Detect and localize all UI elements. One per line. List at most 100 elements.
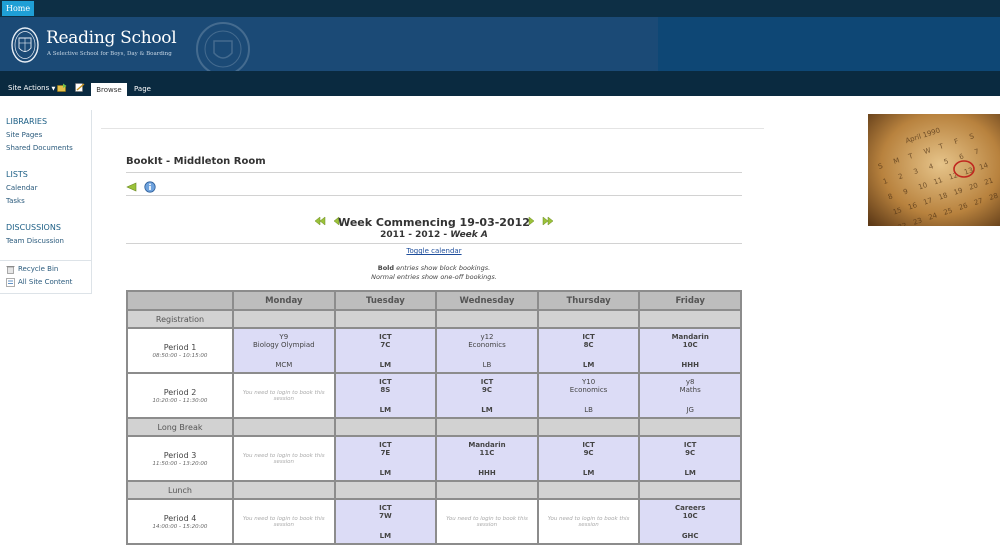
nav-item-tasks[interactable]: Tasks: [6, 197, 25, 205]
week-commencing-heading: Week Commencing 19-03-2012: [338, 216, 530, 229]
booking-teacher: GHC: [681, 532, 699, 540]
block-booking-cell[interactable]: ICT 8C LM: [538, 329, 639, 372]
academic-year: 2011 - 2012 -: [380, 230, 451, 240]
home-tab[interactable]: Home: [2, 1, 35, 16]
tab-page[interactable]: Page: [134, 85, 151, 93]
next-week-icon[interactable]: [528, 216, 535, 226]
block-booking-cell[interactable]: Mandarin 11C HHH: [437, 437, 537, 480]
timetable-body: Registration Period 1 08:50:00 - 10:15:00 Y…: [128, 311, 740, 543]
info-icon[interactable]: [144, 181, 156, 193]
booking-teacher: LM: [379, 406, 392, 414]
booking-teacher: LM: [582, 361, 595, 369]
booking-subject: ICT: [379, 504, 392, 512]
navigate-up-icon[interactable]: [57, 83, 67, 92]
login-to-book-cell[interactable]: You need to login to book this session: [437, 500, 537, 543]
booking-group: 7W: [379, 512, 392, 520]
break-label: Long Break: [128, 419, 232, 435]
block-booking-cell[interactable]: Mandarin 10C HHH: [640, 329, 740, 372]
chevron-down-icon: ▼: [51, 86, 56, 92]
break-cell: [234, 482, 334, 498]
nav-heading-discussions[interactable]: DISCUSSIONS: [6, 223, 61, 232]
nav-item-team-discussion[interactable]: Team Discussion: [6, 237, 64, 245]
one-off-booking-cell[interactable]: Y9 Biology Olympiad MCM: [234, 329, 334, 372]
school-crest-logo[interactable]: [10, 26, 40, 64]
tab-browse[interactable]: Browse: [91, 83, 127, 96]
period-label-cell: Period 4 14:00:00 - 15:20:00: [128, 500, 232, 543]
site-banner: Reading School A Selective School for Bo…: [0, 17, 1000, 71]
content-divider: [101, 128, 764, 129]
nav-item-recycle-bin[interactable]: Recycle Bin: [18, 265, 58, 273]
week-label: Week A: [450, 230, 488, 240]
booking-teacher: LB: [584, 406, 593, 414]
period-time: 11:50:00 - 13:20:00: [152, 460, 208, 467]
timetable-header: Monday Tuesday Wednesday Thursday Friday: [128, 292, 740, 309]
booking-subject: ICT: [379, 441, 392, 449]
block-booking-cell[interactable]: ICT 8S LM: [335, 374, 436, 417]
page-title: BookIt - Middleton Room: [126, 156, 266, 167]
legend-bold-word: Bold: [377, 264, 395, 272]
one-off-booking-cell[interactable]: Y10 Economics LB: [538, 374, 639, 417]
crest-watermark-icon: [196, 22, 250, 71]
booking-group: 8S: [380, 386, 391, 394]
login-to-book-cell[interactable]: You need to login to book this session: [234, 374, 334, 417]
booking-subject: Y9: [279, 333, 289, 341]
toolbar-divider: [126, 195, 742, 196]
period-row: Period 2 10:20:00 - 11:30:00 You need to l…: [128, 374, 740, 417]
break-label: Registration: [128, 311, 232, 327]
block-booking-cell[interactable]: ICT 7W LM: [335, 500, 436, 543]
block-booking-cell[interactable]: Careers 10C GHC: [640, 500, 740, 543]
week-divider: [126, 243, 742, 244]
one-off-booking-cell[interactable]: y12 Economics LB: [437, 329, 537, 372]
break-cell: [437, 419, 537, 435]
toggle-calendar-link[interactable]: Toggle calendar: [126, 247, 742, 255]
booking-group: 9C: [481, 386, 492, 394]
break-row: Long Break: [128, 419, 740, 435]
corner-header: [128, 292, 232, 309]
site-title[interactable]: Reading School: [46, 28, 177, 48]
legend-block-bookings: Bold entries show block bookings.: [126, 264, 742, 272]
edit-page-icon[interactable]: [75, 83, 85, 92]
calendar-photo: April 1990 SM TW TFS 1234567 8910 11 12 13 14 …: [868, 114, 1000, 226]
booking-group: 9C: [685, 449, 696, 457]
site-actions-label: Site Actions: [8, 84, 50, 92]
back-arrow-icon[interactable]: [126, 182, 137, 192]
block-booking-cell[interactable]: ICT 9C LM: [538, 437, 639, 480]
booking-subject: ICT: [582, 441, 595, 449]
nav-heading-lists[interactable]: LISTS: [6, 170, 28, 179]
next-month-icon[interactable]: [542, 216, 554, 226]
block-booking-cell[interactable]: ICT 9C LM: [640, 437, 740, 480]
block-booking-cell[interactable]: ICT 7E LM: [335, 437, 436, 480]
nav-item-calendar[interactable]: Calendar: [6, 184, 37, 192]
nav-item-site-pages[interactable]: Site Pages: [6, 131, 42, 139]
booking-subject: y12: [480, 333, 494, 341]
site-actions-menu[interactable]: Site Actions ▼: [8, 84, 55, 92]
booking-teacher: LB: [482, 361, 492, 369]
day-header: Thursday: [538, 292, 639, 309]
booking-teacher: LM: [379, 361, 392, 369]
academic-year-line: 2011 - 2012 - Week A: [126, 230, 742, 240]
break-cell: [640, 419, 740, 435]
booking-teacher: LM: [379, 469, 392, 477]
block-booking-cell[interactable]: ICT 9C LM: [437, 374, 537, 417]
break-cell: [335, 311, 436, 327]
period-row: Period 4 14:00:00 - 15:20:00 You need to l…: [128, 500, 740, 543]
break-cell: [640, 311, 740, 327]
recycle-bin-icon: [6, 266, 15, 274]
login-to-book-cell[interactable]: You need to login to book this session: [538, 500, 639, 543]
booking-group: 10C: [682, 341, 698, 349]
nav-heading-libraries[interactable]: LIBRARIES: [6, 117, 47, 126]
nav-item-all-site-content[interactable]: All Site Content: [18, 278, 72, 286]
booking-group: 11C: [479, 449, 495, 457]
break-cell: [335, 419, 436, 435]
break-cell: [640, 482, 740, 498]
login-to-book-cell[interactable]: You need to login to book this session: [234, 500, 334, 543]
nav-item-shared-documents[interactable]: Shared Documents: [6, 144, 73, 152]
legend-bold-rest: entries show block bookings.: [394, 264, 491, 272]
break-cell: [437, 311, 537, 327]
block-booking-cell[interactable]: ICT 7C LM: [335, 329, 436, 372]
period-time: 10:20:00 - 11:30:00: [152, 397, 208, 404]
login-to-book-cell[interactable]: You need to login to book this session: [234, 437, 334, 480]
booking-group: Economics: [569, 386, 608, 394]
one-off-booking-cell[interactable]: y8 Maths JG: [640, 374, 740, 417]
booking-subject: ICT: [683, 441, 697, 449]
